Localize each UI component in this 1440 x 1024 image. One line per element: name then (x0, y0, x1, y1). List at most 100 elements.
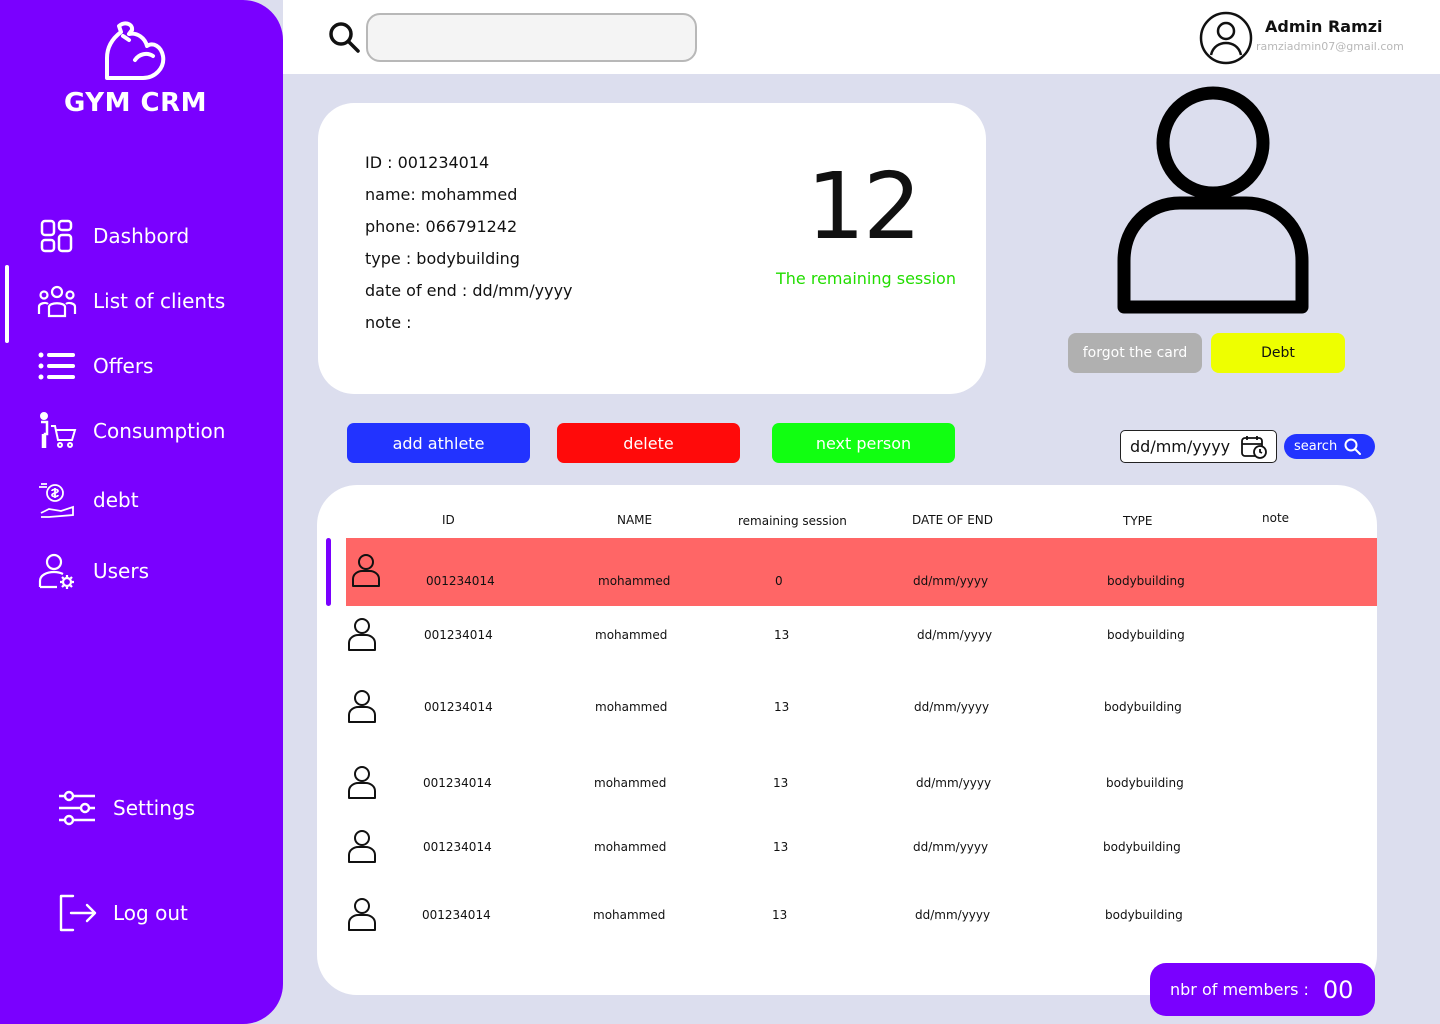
table-row[interactable]: 001234014 mohammed 13 dd/mm/yyyy bodybuildin… (346, 882, 1377, 950)
cell-type: bodybuilding (1107, 574, 1185, 588)
search-button[interactable]: search (1284, 434, 1375, 459)
cell-date: dd/mm/yyyy (914, 700, 990, 714)
column-header-type: TYPE (1123, 514, 1153, 528)
admin-email: ramziadmin07@gmail.com (1256, 40, 1404, 53)
cell-type: bodybuilding (1107, 628, 1185, 642)
sidebar-item-dashboard[interactable]: Dashbord (36, 215, 189, 257)
sidebar-item-offers[interactable]: Offers (36, 345, 153, 387)
user-avatar-icon (346, 828, 378, 868)
settings-link[interactable]: Settings (56, 787, 195, 829)
sidebar-item-users[interactable]: Users (36, 550, 149, 592)
next-person-button[interactable]: next person (772, 423, 955, 463)
cell-id: 001234014 (423, 776, 492, 790)
user-avatar-icon (346, 688, 378, 728)
app-title: GYM CRM (64, 88, 207, 118)
client-photo-icon (1110, 85, 1316, 325)
sidebar-item-label: Users (93, 559, 150, 583)
cell-date: dd/mm/yyyy (915, 908, 991, 922)
cart-icon (36, 410, 78, 452)
column-header-date: DATE OF END (912, 513, 993, 527)
top-bar: Admin Ramzi ramziadmin07@gmail.com (283, 0, 1440, 74)
admin-avatar-icon[interactable] (1199, 11, 1253, 69)
settings-label: Settings (113, 796, 196, 820)
forgot-card-button[interactable]: forgot the card (1068, 333, 1202, 373)
flexed-arm-icon (105, 21, 166, 80)
logout-icon (56, 892, 98, 934)
search-button-label: search (1294, 439, 1338, 454)
cell-date: dd/mm/yyyy (917, 628, 993, 642)
table-row[interactable]: 001234014 mohammed 13 dd/mm/yyyy bodybuildin… (346, 674, 1377, 742)
logout-link[interactable]: Log out (56, 892, 188, 934)
cell-type: bodybuilding (1103, 840, 1181, 854)
sidebar-item-label: Consumption (93, 419, 226, 443)
remaining-session-label: The remaining session (776, 269, 956, 288)
sidebar-item-debt[interactable]: debt (36, 479, 139, 521)
cell-name: mohammed (594, 776, 667, 790)
column-header-name: NAME (617, 513, 653, 527)
logout-label: Log out (113, 901, 188, 925)
column-header-id: ID (442, 513, 455, 527)
group-icon (36, 280, 78, 322)
active-indicator (5, 265, 9, 343)
cell-remaining: 13 (773, 776, 789, 790)
client-date-end: date of end : dd/mm/yyyy (365, 281, 573, 300)
list-icon (36, 345, 78, 387)
members-count-value: 00 (1322, 975, 1354, 1004)
sidebar-item-clients[interactable]: List of clients (36, 280, 225, 322)
cell-id: 001234014 (426, 574, 495, 588)
add-athlete-button[interactable]: add athlete (347, 423, 530, 463)
sidebar-item-consumption[interactable]: Consumption (36, 410, 225, 452)
cell-date: dd/mm/yyyy (916, 776, 992, 790)
table-row[interactable]: 001234014 mohammed 13 dd/mm/yyyy bodybuildin… (346, 602, 1377, 670)
sidebar-item-label: debt (93, 488, 139, 512)
client-phone: phone: 066791242 (365, 217, 518, 236)
cell-name: mohammed (594, 840, 667, 854)
date-filter-value: dd/mm/yyyy (1130, 437, 1231, 456)
delete-button[interactable]: delete (557, 423, 740, 463)
client-note: note : (365, 313, 412, 332)
cell-name: mohammed (595, 700, 668, 714)
grid-icon (36, 215, 78, 257)
cell-id: 001234014 (424, 700, 493, 714)
cell-name: mohammed (595, 628, 668, 642)
cell-remaining: 13 (773, 840, 789, 854)
table-row[interactable]: 001234014 mohammed 13 dd/mm/yyyy bodybuildin… (346, 750, 1377, 818)
user-avatar-icon (346, 616, 378, 656)
table-row[interactable]: 001234014 mohammed 0 dd/mm/yyyy bodybuilding (346, 538, 1377, 606)
members-count-label: nbr of members : (1170, 980, 1309, 999)
date-filter-input[interactable]: dd/mm/yyyy (1120, 430, 1277, 463)
calendar-icon[interactable] (1240, 434, 1268, 464)
client-info-card: ID : 001234014 name: mohammed phone: 066… (318, 103, 986, 394)
search-input[interactable] (366, 13, 697, 62)
search-icon[interactable] (327, 20, 361, 58)
user-avatar-icon (350, 552, 382, 592)
cell-remaining: 13 (774, 628, 790, 642)
column-header-note: note (1262, 511, 1290, 525)
cell-type: bodybuilding (1105, 908, 1183, 922)
user-settings-icon (36, 550, 78, 592)
client-id: ID : 001234014 (365, 153, 490, 172)
cell-id: 001234014 (423, 840, 492, 854)
client-name: name: mohammed (365, 185, 518, 204)
remaining-session-count: 12 (806, 153, 921, 260)
column-header-remaining: remaining session (738, 514, 847, 528)
sliders-icon (56, 787, 98, 829)
user-avatar-icon (346, 896, 378, 936)
cell-name: mohammed (593, 908, 666, 922)
cell-type: bodybuilding (1106, 776, 1184, 790)
money-hand-icon (36, 479, 78, 521)
debt-button[interactable]: Debt (1211, 333, 1345, 373)
cell-name: mohammed (598, 574, 671, 588)
members-count-badge: nbr of members : 00 (1150, 963, 1375, 1016)
cell-id: 001234014 (424, 628, 493, 642)
cell-remaining: 13 (774, 700, 790, 714)
cell-id: 001234014 (422, 908, 491, 922)
cell-type: bodybuilding (1104, 700, 1182, 714)
table-row[interactable]: 001234014 mohammed 13 dd/mm/yyyy bodybuildin… (346, 814, 1377, 882)
selected-row-indicator (326, 538, 331, 606)
sidebar-item-label: Dashbord (93, 224, 190, 248)
admin-name: Admin Ramzi (1265, 17, 1383, 36)
sidebar-item-label: List of clients (93, 289, 226, 313)
cell-remaining: 13 (772, 908, 788, 922)
cell-remaining: 0 (775, 574, 783, 588)
